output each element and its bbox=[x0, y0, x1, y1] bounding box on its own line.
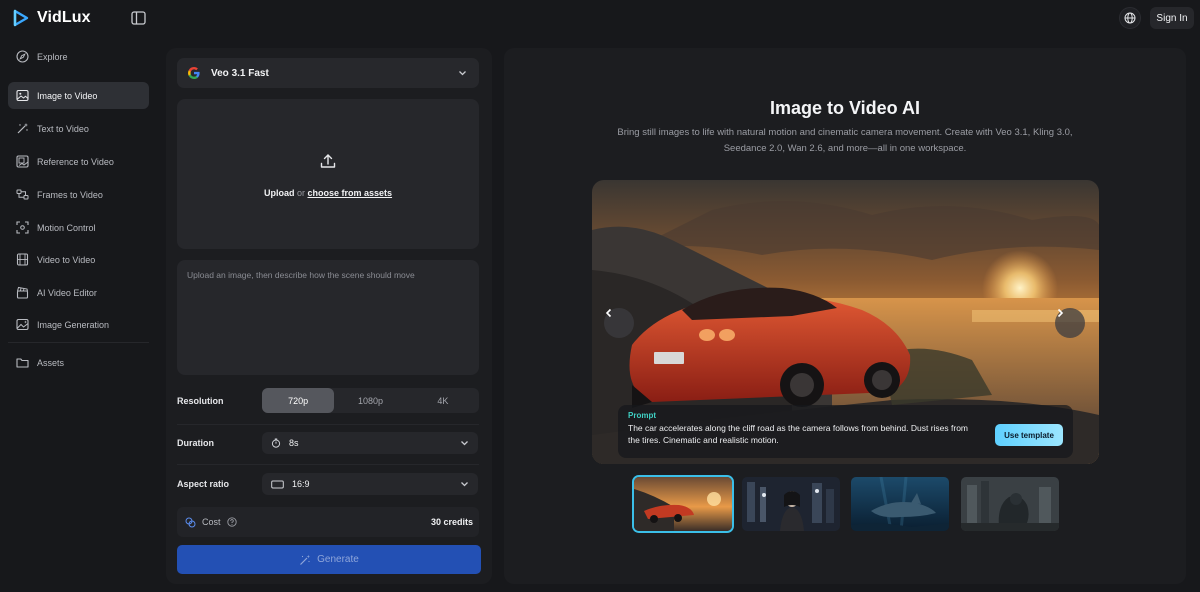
image-sparkle-icon bbox=[16, 318, 29, 331]
language-button[interactable] bbox=[1119, 7, 1141, 29]
duration-select[interactable]: 8s bbox=[262, 432, 478, 454]
example-prompt-card: Prompt The car accelerates along the cli… bbox=[618, 405, 1073, 458]
sidebar-item-label: Image Generation bbox=[37, 319, 110, 330]
sidebar-item-ai-video-editor[interactable]: AI Video Editor bbox=[8, 279, 149, 306]
image-icon bbox=[16, 89, 29, 102]
example-thumbnail[interactable] bbox=[742, 477, 840, 531]
top-bar: VidLux Sign In bbox=[0, 0, 1200, 36]
sidebar-item-label: Motion Control bbox=[37, 222, 96, 233]
motion-control-icon bbox=[16, 221, 29, 234]
chevron-down-icon bbox=[460, 480, 469, 488]
sports-car-sunset-thumbnail bbox=[634, 477, 732, 531]
generate-button[interactable]: Generate bbox=[177, 545, 481, 574]
sidebar-item-reference-to-video[interactable]: Reference to Video bbox=[8, 148, 149, 175]
sidebar-item-label: AI Video Editor bbox=[37, 287, 97, 298]
logo[interactable]: VidLux bbox=[11, 8, 91, 28]
showcase-panel: Image to Video AI Bring still images to … bbox=[504, 48, 1186, 584]
prompt-card-text: The car accelerates along the cliff road… bbox=[628, 423, 968, 445]
prompt-card-title: Prompt bbox=[628, 411, 656, 420]
sidebar-item-image-to-video[interactable]: Image to Video bbox=[8, 82, 149, 109]
aspect-ratio-label: Aspect ratio bbox=[177, 479, 230, 489]
sign-in-button[interactable]: Sign In bbox=[1150, 7, 1194, 29]
sidebar-item-motion-control[interactable]: Motion Control bbox=[8, 214, 149, 241]
sidebar-item-text-to-video[interactable]: Text to Video bbox=[8, 115, 149, 142]
coins-icon bbox=[185, 517, 196, 528]
magic-wand-icon bbox=[299, 554, 311, 566]
example-thumbnail[interactable] bbox=[961, 477, 1059, 531]
form-divider bbox=[177, 424, 479, 425]
example-thumbnail[interactable] bbox=[851, 477, 949, 531]
sidebar-item-label: Video to Video bbox=[37, 254, 96, 265]
cost-summary: Cost 30 credits bbox=[177, 507, 479, 537]
upload-icon bbox=[320, 153, 336, 169]
duration-label: Duration bbox=[177, 438, 214, 448]
woman-city-night-thumbnail bbox=[742, 477, 840, 531]
image-reference-icon bbox=[16, 155, 29, 168]
cost-value: 30 credits bbox=[430, 517, 473, 527]
prompt-input[interactable] bbox=[177, 260, 479, 375]
image-upload-dropzone[interactable]: Upload or choose from assets bbox=[177, 99, 479, 249]
sidebar-item-explore[interactable]: Explore bbox=[8, 43, 149, 70]
example-video-preview[interactable]: Prompt The car accelerates along the cli… bbox=[592, 180, 1099, 464]
magic-wand-icon bbox=[16, 122, 29, 135]
frames-icon bbox=[16, 188, 29, 201]
next-example-button[interactable] bbox=[1055, 308, 1085, 338]
duration-value: 8s bbox=[289, 438, 299, 448]
timer-icon bbox=[271, 438, 281, 448]
chevron-down-icon bbox=[460, 439, 469, 447]
globe-icon bbox=[1124, 12, 1136, 24]
folder-icon bbox=[16, 356, 29, 369]
compass-icon bbox=[16, 50, 29, 63]
model-select[interactable]: Veo 3.1 Fast bbox=[177, 58, 479, 88]
cost-label: Cost bbox=[202, 517, 221, 527]
sidebar-item-frames-to-video[interactable]: Frames to Video bbox=[8, 181, 149, 208]
form-divider bbox=[177, 464, 479, 465]
generate-button-label: Generate bbox=[317, 554, 359, 565]
chevron-down-icon bbox=[458, 69, 467, 77]
resolution-option-4k[interactable]: 4K bbox=[407, 388, 479, 413]
upload-label[interactable]: Upload bbox=[264, 188, 295, 198]
sidebar-item-label: Explore bbox=[37, 51, 68, 62]
resolution-option-720p[interactable]: 720p bbox=[262, 388, 335, 413]
sidebar-item-image-generation[interactable]: Image Generation bbox=[8, 311, 149, 338]
generation-form-panel: Veo 3.1 Fast Upload or choose from asset… bbox=[166, 48, 492, 584]
example-thumbnail[interactable] bbox=[632, 475, 734, 533]
help-icon[interactable] bbox=[226, 517, 237, 527]
upload-instructions: Upload or choose from assets bbox=[177, 188, 479, 198]
page-description: Bring still images to life with natural … bbox=[617, 127, 1073, 154]
sidebar-divider bbox=[8, 342, 149, 343]
clapperboard-icon bbox=[16, 286, 29, 299]
film-icon bbox=[16, 253, 29, 266]
model-name: Veo 3.1 Fast bbox=[211, 67, 269, 79]
sidebar-item-label: Text to Video bbox=[37, 123, 89, 134]
resolution-option-1080p[interactable]: 1080p bbox=[334, 388, 406, 413]
sidebar-item-label: Assets bbox=[37, 357, 65, 368]
upload-or-label: or bbox=[296, 188, 305, 198]
resolution-label: Resolution bbox=[177, 396, 224, 406]
aspect-ratio-icon bbox=[271, 480, 284, 489]
page-title: Image to Video AI bbox=[769, 98, 921, 118]
aspect-ratio-select[interactable]: 16:9 bbox=[262, 473, 478, 495]
sidebar-item-label: Image to Video bbox=[37, 90, 98, 101]
logo-text: VidLux bbox=[37, 9, 91, 26]
use-template-button[interactable]: Use template bbox=[995, 424, 1063, 446]
sidebar-item-label: Frames to Video bbox=[37, 189, 103, 200]
vidlux-logo-icon bbox=[11, 8, 31, 28]
google-icon bbox=[187, 66, 201, 80]
sidebar-toggle-icon[interactable] bbox=[131, 11, 146, 25]
sidebar-item-video-to-video[interactable]: Video to Video bbox=[8, 246, 149, 273]
sidebar-item-assets[interactable]: Assets bbox=[8, 349, 149, 376]
resolution-selector: 720p 1080p 4K bbox=[262, 388, 479, 413]
sidebar-item-label: Reference to Video bbox=[37, 156, 114, 167]
aspect-ratio-value: 16:9 bbox=[292, 479, 310, 489]
previous-example-button[interactable] bbox=[604, 308, 634, 338]
choose-from-assets-link[interactable]: choose from assets bbox=[308, 188, 393, 198]
creature-ruins-thumbnail bbox=[961, 477, 1059, 531]
underwater-creature-thumbnail bbox=[851, 477, 949, 531]
